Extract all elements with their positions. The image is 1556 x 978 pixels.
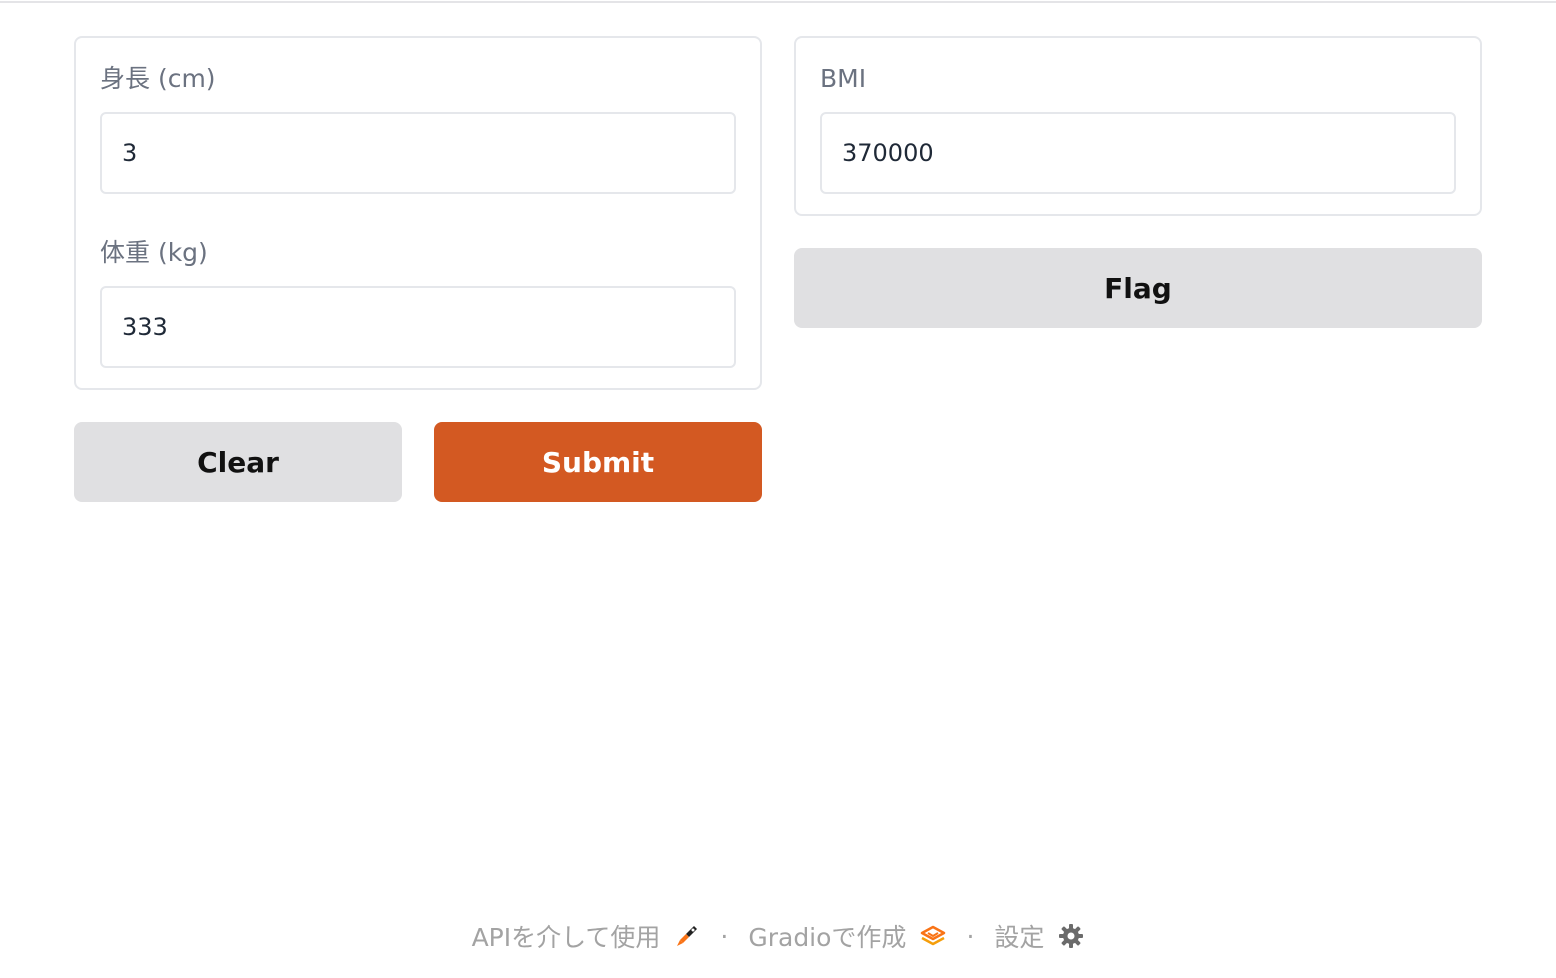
height-input[interactable] (100, 112, 736, 194)
bmi-label: BMI (820, 64, 867, 93)
weight-label: 体重 (kg) (100, 238, 208, 267)
built-with-label: Gradioで作成 (748, 923, 907, 952)
input-column: 身長 (cm) 体重 (kg) Clear Submit (74, 36, 762, 502)
use-via-api-link[interactable]: APIを介して使用 (472, 918, 701, 954)
top-divider (0, 0, 1556, 3)
height-label: 身長 (cm) (100, 64, 216, 93)
bmi-output[interactable] (820, 112, 1456, 194)
use-via-api-label: APIを介して使用 (471, 923, 661, 952)
output-panel: BMI (794, 36, 1482, 216)
height-field: 身長 (cm) (100, 62, 736, 194)
flag-button[interactable]: Flag (794, 248, 1482, 328)
input-panel: 身長 (cm) 体重 (kg) (74, 36, 762, 390)
rocket-icon (677, 926, 698, 946)
gear-icon (1059, 924, 1084, 948)
footer: APIを介して使用 · Gradioで作成 · 設定 (0, 916, 1556, 956)
gradio-logo-icon (921, 925, 946, 946)
clear-button[interactable]: Clear (74, 422, 402, 502)
bmi-field: BMI (820, 62, 1456, 194)
output-column: BMI Flag (794, 36, 1482, 328)
action-buttons: Clear Submit (74, 422, 762, 502)
settings-link[interactable]: 設定 (994, 918, 1084, 954)
settings-label: 設定 (994, 923, 1045, 952)
footer-separator: · (966, 921, 975, 951)
built-with-gradio-link[interactable]: Gradioで作成 (748, 918, 946, 954)
submit-button[interactable]: Submit (434, 422, 762, 502)
weight-field: 体重 (kg) (100, 236, 736, 368)
footer-separator: · (720, 921, 729, 951)
weight-input[interactable] (100, 286, 736, 368)
